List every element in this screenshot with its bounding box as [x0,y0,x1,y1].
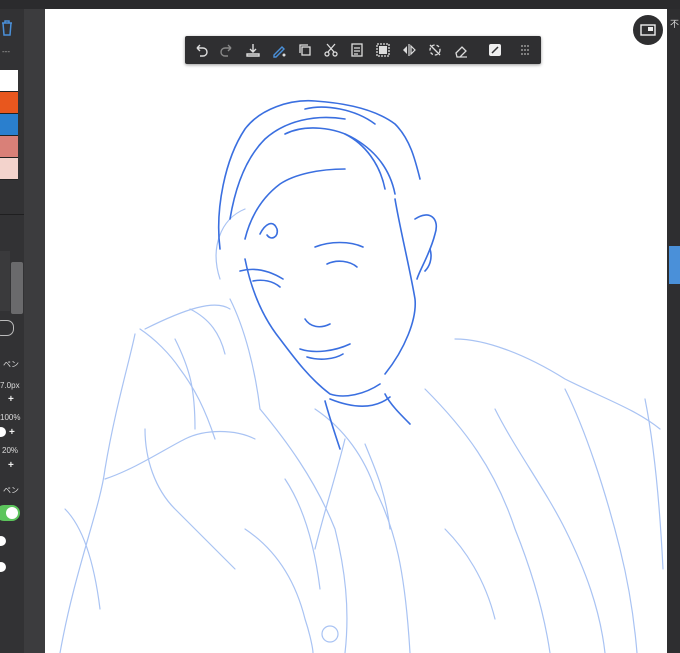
fill-button[interactable] [485,40,505,60]
pen-label-2: ペン [3,486,19,495]
left-gutter [24,9,45,653]
divider [0,214,24,215]
setting-knob-1[interactable] [0,536,6,546]
grip-icon [521,45,529,55]
select-all-button[interactable] [373,40,393,60]
undo-button[interactable] [191,40,211,60]
toolbar-grip[interactable] [515,40,535,60]
select-all-icon [376,43,390,57]
layer-selection[interactable] [669,246,680,284]
right-panel-label: 不 [670,19,680,29]
undo-icon [196,44,208,57]
opacity-value: 100% [0,413,21,422]
copy-icon [299,44,311,56]
color-swatch-rose[interactable] [0,136,18,158]
eraser-icon [455,46,467,58]
brush-preview[interactable] [0,251,10,311]
tool-chip[interactable] [0,320,14,336]
scissors-icon [324,43,338,57]
brush-size-plus-button[interactable]: + [8,394,14,405]
left-panel: --- ペン 7.0px + 100% + 20% + ペン [0,9,25,653]
top-menu-label: --- [2,47,10,56]
color-swatch-orange[interactable] [0,92,18,114]
blend-value: 20% [2,446,19,455]
rotate-button[interactable] [425,40,445,60]
stabilizer-toggle[interactable] [0,505,20,521]
color-swatch-pink[interactable] [0,158,18,180]
transform-button[interactable] [269,40,289,60]
flip-button[interactable] [399,40,419,60]
pen-label: ペン [3,360,19,369]
eraser-button[interactable] [451,40,471,60]
color-swatch-white[interactable] [0,70,18,92]
flip-icon [403,44,416,56]
drawing-canvas[interactable] [45,9,667,653]
panel-scrollbar[interactable] [11,262,23,314]
cut-button[interactable] [321,40,341,60]
selection-toolbar [185,36,541,64]
redo-icon [220,44,232,57]
paste-button[interactable] [347,40,367,60]
opacity-slider-knob[interactable] [0,427,6,437]
opacity-plus-button[interactable]: + [9,427,15,438]
import-icon [246,44,260,57]
sketch-drawing [59,99,664,653]
brush-size-value: 7.0px [0,381,20,390]
paste-icon [351,43,363,57]
navigator-icon [640,24,656,36]
trash-icon[interactable] [0,19,14,37]
color-swatch-blue[interactable] [0,114,18,136]
rotate-icon [429,44,441,56]
setting-knob-2[interactable] [0,562,6,572]
copy-button[interactable] [295,40,315,60]
right-panel: 不 [667,9,680,653]
redo-button[interactable] [217,40,237,60]
blend-plus-button[interactable]: + [8,460,14,471]
transform-icon [273,46,286,58]
navigator-button[interactable] [633,15,663,45]
fill-icon [489,44,501,56]
import-button[interactable] [243,40,263,60]
